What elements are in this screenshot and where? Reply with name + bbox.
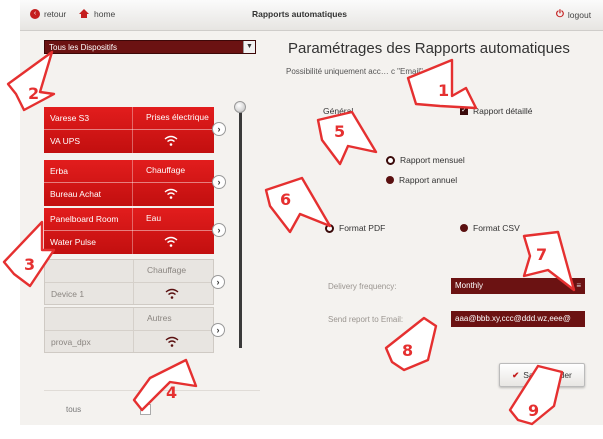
csv-format-radio[interactable]: Format CSV: [460, 223, 520, 233]
save-button[interactable]: ✔ Sauvegarder: [499, 363, 585, 387]
select-all-checkbox[interactable]: [140, 404, 151, 415]
select-all-bar: tous: [44, 390, 260, 421]
logout-button[interactable]: ⏻ logout: [556, 9, 591, 20]
wifi-icon: [164, 135, 178, 146]
card-divider: [44, 129, 214, 130]
card-divider: [132, 160, 133, 206]
back-arrow-icon: ‹: [30, 9, 40, 19]
card-divider: [44, 182, 214, 183]
device-card[interactable]: Panelboard Room Eau Water Pulse ›: [44, 208, 226, 254]
email-label: Send report to Email:: [328, 315, 404, 324]
detailed-report-checkbox[interactable]: ✓ Rapport détaillé: [460, 106, 533, 116]
device-sub: Device 1: [51, 289, 85, 299]
home-button[interactable]: home: [78, 9, 115, 19]
frequency-label: Delivery frequency:: [328, 282, 397, 291]
wifi-icon: [164, 236, 178, 247]
email-value: aaa@bbb.xy,ccc@ddd.wz,eee@: [455, 314, 571, 323]
general-option[interactable]: Général: [323, 106, 353, 116]
menu-icon: ≡: [576, 281, 581, 290]
app-window: ‹ retour home Rapports automatiques ⏻ lo…: [20, 0, 603, 425]
top-bar: ‹ retour home Rapports automatiques ⏻ lo…: [20, 0, 603, 31]
frequency-value: Monthly: [455, 281, 484, 290]
pdf-format-label: Format PDF: [339, 223, 386, 233]
back-button[interactable]: ‹ retour: [30, 9, 66, 19]
csv-format-label: Format CSV: [473, 223, 520, 233]
monthly-report-label: Rapport mensuel: [400, 155, 465, 165]
page-title: Paramétrages des Rapports automatiques: [288, 40, 570, 57]
email-input[interactable]: aaa@bbb.xy,ccc@ddd.wz,eee@: [451, 311, 585, 327]
wifi-icon: [164, 188, 178, 199]
scrollbar-handle[interactable]: [234, 101, 246, 113]
device-type: Chauffage: [147, 265, 187, 275]
card-divider: [45, 330, 213, 331]
chevron-down-icon: ▼: [243, 41, 255, 53]
chevron-right-icon[interactable]: ›: [212, 175, 226, 189]
device-card[interactable]: Erba Chauffage Bureau Achat ›: [44, 160, 226, 206]
home-label: home: [94, 9, 116, 19]
monthly-report-radio[interactable]: Rapport mensuel: [386, 155, 465, 165]
pdf-format-radio[interactable]: Format PDF: [325, 223, 385, 233]
frequency-select[interactable]: Monthly ≡: [451, 278, 585, 294]
radio-selected-icon: [386, 155, 395, 165]
card-divider: [45, 282, 213, 283]
annual-report-label: Rapport annuel: [399, 175, 458, 185]
device-filter-select[interactable]: Tous les Dispositifs ▼: [44, 40, 256, 54]
device-filter-value: Tous les Dispositifs: [49, 43, 118, 52]
device-type: Autres: [147, 313, 172, 323]
device-name: Varese S3: [50, 113, 90, 123]
device-sub: Bureau Achat: [50, 189, 102, 199]
device-list-scrollbar[interactable]: [239, 108, 242, 348]
device-card[interactable]: Autres prova_dpx ›: [44, 307, 225, 353]
card-divider: [132, 107, 133, 153]
chevron-right-icon[interactable]: ›: [211, 323, 225, 337]
select-all-label: tous: [66, 405, 82, 414]
device-name: Panelboard Room: [50, 214, 119, 224]
device-sub: Water Pulse: [50, 237, 96, 247]
general-label: Général: [323, 106, 354, 116]
device-sub: VA UPS: [50, 136, 81, 146]
card-divider: [132, 208, 133, 254]
annual-report-radio[interactable]: Rapport annuel: [386, 175, 457, 185]
card-divider: [44, 230, 214, 231]
page-subtitle: Possibilité uniquement acc… c "Email": [286, 67, 423, 76]
radio-icon: [386, 176, 394, 184]
wifi-icon: [165, 288, 179, 299]
check-icon: ✔: [512, 369, 520, 380]
save-label: Sauvegarder: [523, 370, 572, 380]
device-card[interactable]: Chauffage Device 1 ›: [44, 259, 225, 305]
device-type: Prises électrique: [146, 112, 209, 122]
detailed-report-label: Rapport détaillé: [473, 106, 533, 116]
logout-label: logout: [567, 9, 592, 20]
chevron-right-icon[interactable]: ›: [212, 223, 226, 237]
power-icon: ⏻: [556, 9, 564, 20]
home-icon: [78, 9, 90, 19]
device-name: Erba: [50, 166, 68, 176]
chevron-right-icon[interactable]: ›: [212, 122, 226, 136]
wifi-icon: [165, 336, 179, 347]
chevron-right-icon[interactable]: ›: [211, 275, 225, 289]
radio-icon: [460, 224, 468, 232]
device-sub: prova_dpx: [51, 337, 91, 347]
device-card[interactable]: Varese S3 Prises électrique VA UPS ›: [44, 107, 226, 153]
back-label: retour: [44, 9, 67, 19]
checkbox-checked-icon: ✓: [460, 107, 468, 115]
radio-selected-icon: [325, 223, 334, 233]
page-header-title: Rapports automatiques: [252, 9, 347, 19]
device-type: Chauffage: [146, 165, 186, 175]
device-type: Eau: [146, 213, 162, 223]
